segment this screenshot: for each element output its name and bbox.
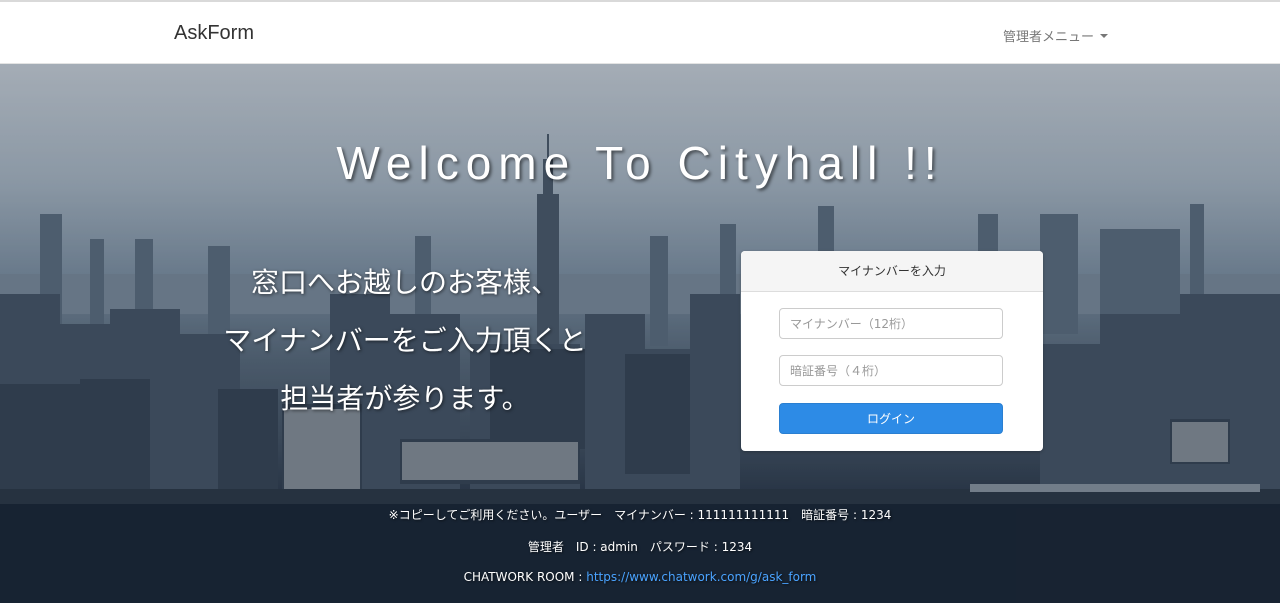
admin-menu-dropdown[interactable]: 管理者メニュー (1003, 26, 1108, 45)
chatwork-room-link[interactable]: https://www.chatwork.com/g/ask_form (586, 570, 816, 584)
login-panel: マイナンバーを入力 ログイン (741, 251, 1043, 451)
chatwork-room-note: CHATWORK ROOM : https://www.chatwork.com… (0, 570, 1280, 584)
admin-menu-label: 管理者メニュー (1002, 30, 1094, 45)
caret-down-icon (1100, 34, 1108, 38)
hero-section: Welcome To Cityhall !! 窓口へお越しのお客様、 マイナンバ… (0, 64, 1280, 603)
brand-logo[interactable]: AskForm (174, 22, 254, 45)
top-navbar: AskForm 管理者メニュー (0, 0, 1280, 64)
lead-line-1: 窓口へお越しのお客様、 (250, 266, 559, 299)
user-credentials-note: ※コピーしてご利用ください。ユーザー マイナンバー : 111111111111… (388, 508, 892, 522)
login-panel-heading: マイナンバーを入力 (741, 251, 1043, 292)
chatwork-room-label: CHATWORK ROOM : (463, 570, 587, 584)
admin-credentials-note: 管理者 ID : admin パスワード : 1234 (527, 540, 753, 554)
lead-line-3: 担当者が参ります。 (280, 382, 530, 415)
welcome-heading: Welcome To Cityhall !! (336, 137, 944, 189)
pin-input[interactable] (779, 355, 1003, 386)
lead-line-2: マイナンバーをご入力頂くと (223, 324, 587, 357)
lead-message: 窓口へお越しのお客様、 マイナンバーをご入力頂くと 担当者が参ります。 (195, 254, 615, 428)
login-button[interactable]: ログイン (779, 403, 1003, 434)
mynumber-input[interactable] (779, 308, 1003, 339)
